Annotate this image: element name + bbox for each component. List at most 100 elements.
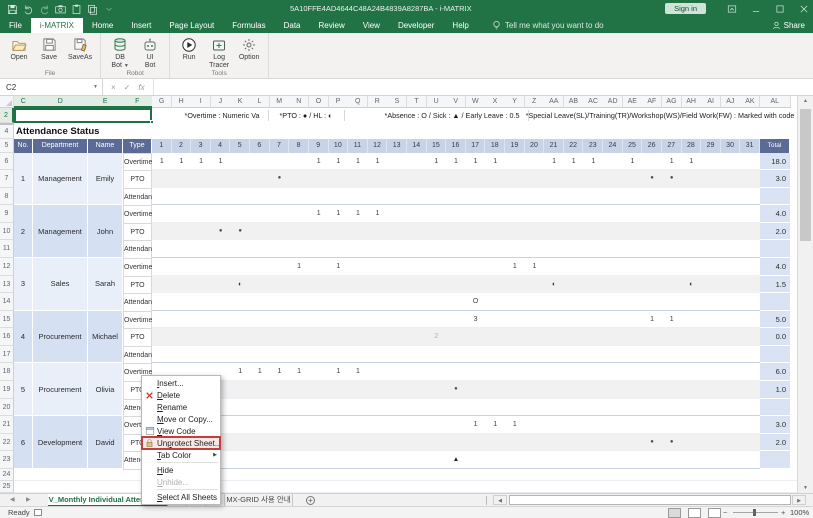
row-header-4[interactable]: 4 — [0, 125, 14, 140]
row-header-25[interactable]: 25 — [0, 481, 14, 493]
run-button[interactable]: Run — [174, 35, 204, 63]
menu-item-delete[interactable]: Delete — [142, 389, 220, 401]
day-header-6[interactable]: 6 — [250, 139, 270, 153]
cell-mark[interactable]: ● — [230, 223, 250, 241]
column-header-O[interactable]: O — [309, 96, 329, 108]
row-header-17[interactable]: 17 — [0, 346, 14, 364]
row-header-6[interactable]: 6 — [0, 153, 14, 171]
employee-name[interactable]: Michael — [88, 311, 123, 364]
day-header-27[interactable]: 27 — [662, 139, 682, 153]
day-header-19[interactable]: 19 — [505, 139, 525, 153]
row-header-20[interactable]: 20 — [0, 399, 14, 417]
cell-mark[interactable]: ● — [270, 170, 290, 188]
cell-mark[interactable]: ◐ — [230, 276, 250, 294]
day-header-28[interactable]: 28 — [682, 139, 702, 153]
row-type[interactable]: PTO — [123, 223, 152, 242]
day-header-30[interactable]: 30 — [721, 139, 741, 153]
menu-item-tab-color[interactable]: Tab Color▶ — [142, 449, 220, 461]
ribbon-tab-i-matrix[interactable]: i-MATRIX — [31, 18, 83, 33]
row-type[interactable]: PTO — [123, 328, 152, 347]
row-header-11[interactable]: 11 — [0, 240, 14, 258]
total-cell[interactable]: 3.0 — [760, 416, 790, 434]
total-cell[interactable]: 2.0 — [760, 434, 790, 452]
day-header-16[interactable]: 16 — [446, 139, 466, 153]
employee-no[interactable]: 4 — [14, 311, 33, 364]
cell-mark[interactable]: 1 — [427, 153, 447, 171]
sign-in-button[interactable]: Sign in — [665, 3, 706, 14]
page-break-view-icon[interactable] — [708, 508, 721, 518]
row-type[interactable]: Attendance — [123, 293, 152, 312]
cell-mark[interactable]: 1 — [348, 153, 368, 171]
cell-mark[interactable]: 1 — [348, 205, 368, 223]
cell-mark[interactable]: ● — [662, 170, 682, 188]
day-header-12[interactable]: 12 — [368, 139, 388, 153]
cell-mark[interactable]: 1 — [485, 153, 505, 171]
cell-mark[interactable]: 1 — [329, 205, 349, 223]
save-button[interactable]: Save — [34, 35, 64, 63]
day-header-7[interactable]: 7 — [270, 139, 290, 153]
ribbon-tab-developer[interactable]: Developer — [389, 18, 443, 33]
row-type[interactable]: Attendance — [123, 188, 152, 207]
column-header-J[interactable]: J — [211, 96, 231, 108]
ui-bot-button[interactable]: UIBot — [135, 35, 165, 71]
employee-no[interactable]: 5 — [14, 363, 33, 416]
scroll-up-icon[interactable]: ▲ — [798, 98, 813, 104]
undo-icon[interactable] — [23, 4, 34, 15]
column-header-U[interactable]: U — [427, 96, 447, 108]
row-header-16[interactable]: 16 — [0, 328, 14, 346]
cell-mark[interactable]: 1 — [368, 205, 388, 223]
close-icon[interactable] — [799, 4, 809, 14]
redo-icon[interactable] — [39, 4, 50, 15]
selected-cell-range[interactable] — [14, 108, 152, 123]
page-layout-view-icon[interactable] — [688, 508, 701, 518]
cell-mark[interactable]: 1 — [623, 153, 643, 171]
day-header-1[interactable]: 1 — [152, 139, 172, 153]
cell-mark[interactable]: 2 — [427, 328, 447, 346]
cell-mark[interactable]: 1 — [230, 363, 250, 381]
row-header-23[interactable]: 23 — [0, 451, 14, 469]
maximize-icon[interactable] — [775, 4, 785, 14]
scroll-left-icon[interactable]: ◀ — [493, 495, 507, 505]
total-cell[interactable]: 18.0 — [760, 153, 790, 171]
column-header-I[interactable]: I — [191, 96, 211, 108]
cell-mark[interactable]: 1 — [583, 153, 603, 171]
vertical-scrollbar[interactable]: ▲ ▼ — [797, 96, 813, 493]
column-header-S[interactable]: S — [387, 96, 407, 108]
row-header-18[interactable]: 18 — [0, 363, 14, 381]
minimize-icon[interactable] — [751, 4, 761, 14]
column-header-R[interactable]: R — [368, 96, 388, 108]
row-header-5[interactable]: 5 — [0, 139, 14, 153]
copy-icon[interactable] — [87, 4, 98, 15]
total-cell[interactable] — [760, 293, 790, 311]
menu-item-rename[interactable]: Rename — [142, 401, 220, 413]
cell-mark[interactable]: 1 — [368, 153, 388, 171]
cell-mark[interactable]: 1 — [211, 153, 231, 171]
row-header-7[interactable]: 7 — [0, 170, 14, 188]
row-header-10[interactable]: 10 — [0, 223, 14, 241]
menu-item-unprotect-sheet[interactable]: Unprotect Sheet... — [142, 437, 220, 449]
cell-mark[interactable]: ▲ — [446, 451, 466, 469]
option-button[interactable]: Option — [234, 35, 264, 63]
column-header-X[interactable]: X — [485, 96, 505, 108]
total-cell[interactable]: 2.0 — [760, 223, 790, 241]
column-header-AF[interactable]: AF — [642, 96, 662, 108]
day-header-26[interactable]: 26 — [642, 139, 662, 153]
column-header-AI[interactable]: AI — [701, 96, 721, 108]
total-cell[interactable]: 1.5 — [760, 276, 790, 294]
confirm-entry-icon[interactable]: ✓ — [124, 83, 131, 92]
day-header-5[interactable]: 5 — [230, 139, 250, 153]
total-cell[interactable] — [760, 188, 790, 206]
camera-icon[interactable] — [55, 4, 66, 15]
cell-mark[interactable]: 1 — [544, 153, 564, 171]
column-header-W[interactable]: W — [466, 96, 486, 108]
column-header-H[interactable]: H — [172, 96, 192, 108]
customize-icon[interactable] — [103, 4, 114, 15]
employee-department[interactable]: Management — [33, 205, 88, 258]
selection-handle[interactable] — [150, 120, 154, 124]
column-header-AH[interactable]: AH — [682, 96, 702, 108]
select-all-corner[interactable] — [0, 96, 14, 108]
cell-mark[interactable]: 1 — [250, 363, 270, 381]
saveas-button[interactable]: SaveAs — [64, 35, 96, 63]
day-header-31[interactable]: 31 — [740, 139, 760, 153]
cell-mark[interactable]: 1 — [662, 311, 682, 329]
